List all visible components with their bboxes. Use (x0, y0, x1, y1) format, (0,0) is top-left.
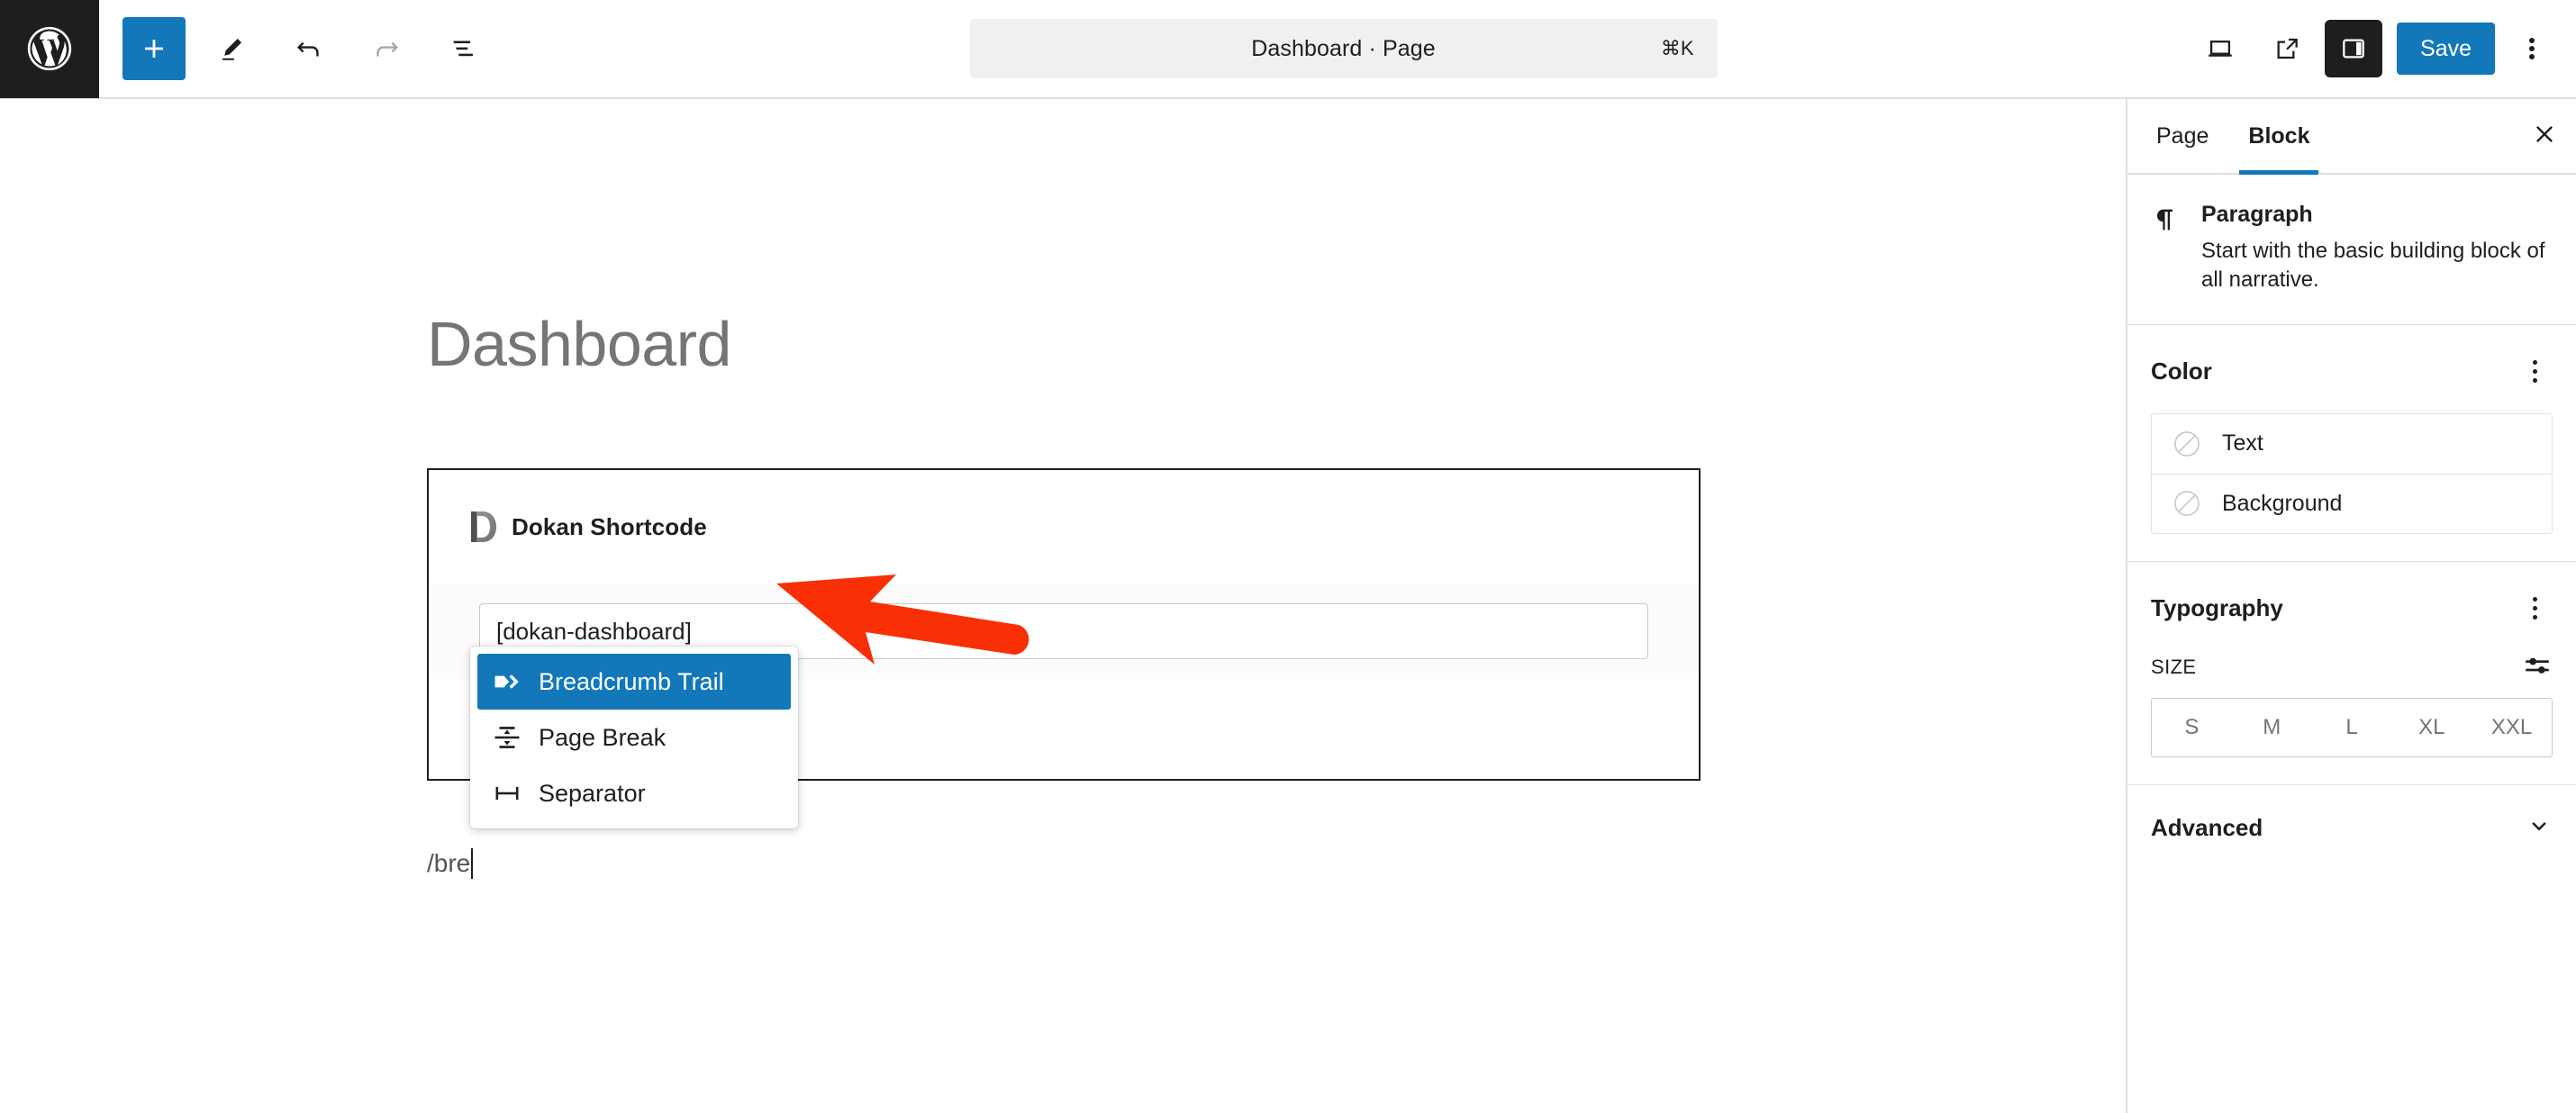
font-size-l[interactable]: L (2312, 699, 2392, 756)
color-row-text[interactable]: Text (2152, 414, 2552, 474)
font-size-xl[interactable]: XL (2391, 699, 2472, 756)
breadcrumb-icon (492, 666, 522, 697)
pencil-icon (216, 33, 247, 64)
color-section: Color Text Background (2127, 325, 2576, 562)
settings-sidebar: Page Block Paragraph Start with the basi… (2126, 99, 2576, 1113)
advanced-section-toggle[interactable]: Advanced (2127, 785, 2576, 871)
add-block-button[interactable] (122, 17, 186, 80)
block-info-card: Paragraph Start with the basic building … (2127, 175, 2576, 325)
wordpress-logo-button[interactable] (0, 0, 99, 98)
block-autocomplete-popover[interactable]: Breadcrumb Trail Page Break Separator (470, 647, 798, 828)
wordpress-block-editor: Dashboard · Page ⌘K Save Dashboard Dokan… (0, 0, 2576, 1113)
font-size-picker: S M L XL XXL (2151, 697, 2553, 757)
tab-block[interactable]: Block (2228, 99, 2329, 175)
block-description: Start with the basic building block of a… (2201, 239, 2545, 293)
plus-icon (139, 33, 169, 64)
dokan-block-title: Dokan Shortcode (512, 512, 707, 540)
autocomplete-item-page-break[interactable]: Page Break (477, 710, 791, 765)
advanced-section-title: Advanced (2151, 813, 2263, 841)
autocomplete-item-label: Separator (539, 779, 646, 807)
settings-sidebar-toggle[interactable] (2325, 20, 2383, 77)
separator-icon (492, 778, 522, 809)
color-options-list: Text Background (2151, 412, 2553, 534)
post-title[interactable]: Dashboard (427, 308, 731, 380)
document-title: Dashboard · Page (1251, 35, 1436, 61)
undo-button[interactable] (277, 17, 340, 80)
color-row-background[interactable]: Background (2152, 473, 2552, 533)
font-size-m[interactable]: M (2232, 699, 2312, 756)
external-link-icon (2272, 34, 2301, 63)
font-size-xxl[interactable]: XXL (2472, 699, 2552, 756)
typography-section-title: Typography (2151, 594, 2283, 622)
command-shortcut-hint: ⌘K (1660, 37, 1694, 59)
font-size-label: SIZE (2151, 656, 2197, 679)
redo-icon (371, 33, 402, 64)
autocomplete-item-breadcrumb-trail[interactable]: Breadcrumb Trail (477, 654, 791, 710)
list-view-button[interactable] (432, 17, 495, 80)
font-size-s[interactable]: S (2152, 699, 2232, 756)
dokan-block-header: Dokan Shortcode (429, 470, 1699, 544)
autocomplete-item-label: Page Break (539, 723, 667, 751)
tab-page[interactable]: Page (2136, 99, 2228, 173)
kebab-menu-icon (2529, 35, 2535, 62)
save-button[interactable]: Save (2397, 23, 2495, 75)
text-caret (471, 848, 474, 879)
close-sidebar-button[interactable] (2513, 99, 2576, 173)
dokan-logo-icon (468, 510, 499, 544)
typography-options-button[interactable] (2517, 589, 2553, 629)
editor-toolbar: Dashboard · Page ⌘K Save (0, 0, 2576, 99)
autocomplete-item-separator[interactable]: Separator (477, 765, 791, 821)
edit-tool-button[interactable] (200, 17, 263, 80)
close-icon (2531, 121, 2558, 152)
typography-section: Typography SIZE S M L XL XXL (2127, 562, 2576, 785)
editor-canvas[interactable]: Dashboard Dokan Shortcode [dokan-dashboa… (0, 99, 2126, 1113)
chevron-down-icon (2526, 812, 2553, 844)
toolbar-right-group: Save (2191, 20, 2576, 77)
editor-body: Dashboard Dokan Shortcode [dokan-dashboa… (0, 99, 2576, 1113)
empty-color-swatch-icon (2172, 488, 2202, 519)
autocomplete-item-label: Breadcrumb Trail (539, 667, 724, 695)
paragraph-pilcrow-icon (2151, 202, 2181, 295)
custom-size-toggle-button[interactable] (2522, 650, 2553, 685)
sidebar-tab-bar: Page Block (2127, 99, 2576, 175)
page-break-icon (492, 722, 522, 753)
empty-color-swatch-icon (2172, 429, 2202, 459)
typography-section-header: Typography (2151, 589, 2553, 629)
editor-options-button[interactable] (2508, 20, 2556, 77)
toolbar-left-group (99, 17, 495, 80)
block-info-text: Paragraph Start with the basic building … (2201, 202, 2553, 295)
document-title-bar[interactable]: Dashboard · Page ⌘K (969, 19, 1718, 78)
font-size-control-header: SIZE (2151, 650, 2553, 685)
color-options-button[interactable] (2517, 352, 2553, 392)
laptop-icon (2205, 33, 2236, 64)
color-row-label: Background (2222, 490, 2343, 516)
wordpress-logo-icon (23, 23, 76, 75)
toolbar-center-group: Dashboard · Page ⌘K (495, 19, 2191, 78)
slash-command-text: /bre (427, 849, 471, 877)
redo-button[interactable] (355, 17, 418, 80)
slash-command-paragraph[interactable]: /bre (427, 848, 474, 879)
color-row-label: Text (2222, 430, 2263, 457)
block-name: Paragraph (2201, 202, 2313, 227)
device-preview-button[interactable] (2191, 20, 2249, 77)
view-site-button[interactable] (2258, 20, 2316, 77)
undo-icon (294, 33, 324, 64)
sidebar-panel-icon (2339, 34, 2368, 63)
color-section-title: Color (2151, 357, 2212, 385)
list-view-icon (449, 33, 479, 64)
color-section-header: Color (2151, 352, 2553, 392)
